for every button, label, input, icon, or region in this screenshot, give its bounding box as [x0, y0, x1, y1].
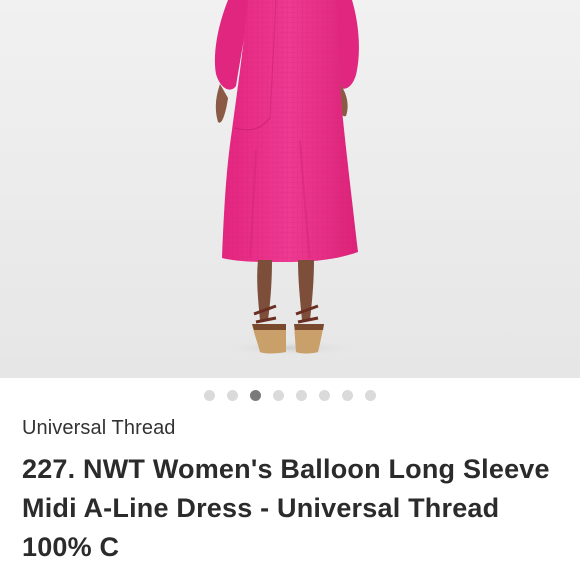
- carousel-dot[interactable]: [273, 389, 284, 401]
- listing-title: 227. NWT Women's Balloon Long Sleeve Mid…: [22, 454, 550, 562]
- carousel-dot[interactable]: [204, 389, 215, 401]
- carousel-dot[interactable]: [296, 389, 307, 401]
- listing-info: Universal Thread 227. NWT Women's Balloo…: [22, 414, 562, 567]
- carousel-dot[interactable]: [365, 389, 376, 401]
- carousel-indicator: [0, 388, 580, 402]
- brand-link[interactable]: Universal Thread: [22, 414, 562, 442]
- carousel-dot[interactable]: [342, 389, 353, 401]
- carousel-dot-active[interactable]: [250, 389, 261, 401]
- product-photo[interactable]: [0, 0, 580, 378]
- carousel-dot[interactable]: [227, 389, 238, 401]
- carousel-dot[interactable]: [319, 389, 330, 401]
- dress-image: [0, 0, 580, 378]
